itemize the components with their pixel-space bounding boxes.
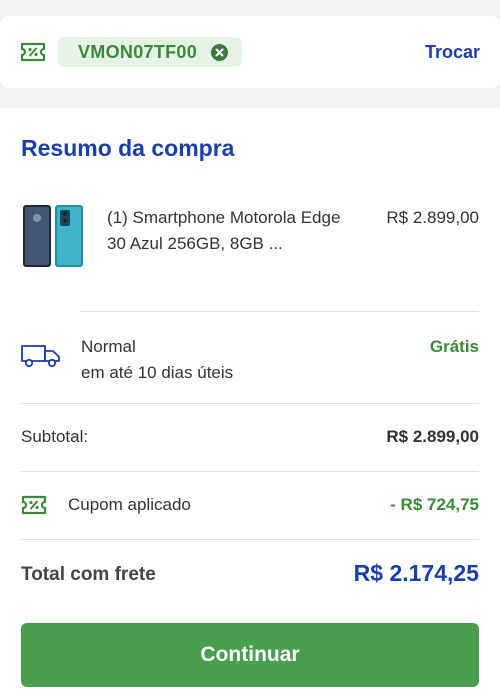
change-coupon-link[interactable]: Trocar	[425, 42, 480, 63]
discount-value: - R$ 724,75	[390, 495, 479, 514]
subtotal-label: Subtotal:	[21, 427, 89, 446]
smartphone-thumbnail	[23, 205, 83, 267]
remove-circle-icon	[215, 48, 224, 56]
shipping-eta: em até 10 dias úteis	[81, 363, 234, 382]
remove-coupon-button[interactable]	[211, 43, 229, 61]
delivery-truck-icon	[21, 345, 60, 368]
subtotal-value: R$ 2.899,00	[386, 427, 479, 446]
shipping-price: Grátis	[429, 337, 479, 356]
shipping-method: Normal	[81, 337, 136, 356]
discount-label: Cupom aplicado	[68, 495, 191, 514]
divider	[80, 311, 479, 312]
divider	[21, 471, 479, 472]
divider	[21, 403, 479, 404]
subtotal-row: Subtotal: R$ 2.899,00	[21, 424, 479, 450]
coupon-chip: VMON07TF00	[58, 37, 243, 67]
total-label: Total com frete	[21, 564, 156, 585]
shipping-row: Normal em até 10 dias úteis Grátis	[21, 334, 479, 386]
total-row: Total com frete R$ 2.174,25	[21, 560, 479, 594]
coupon-code: VMON07TF00	[78, 41, 198, 62]
coupon-ticket-icon	[21, 495, 47, 515]
summary-title: Resumo da compra	[21, 135, 235, 161]
discount-row: Cupom aplicado - R$ 724,75	[21, 491, 479, 519]
coupon-ticket-icon	[20, 42, 46, 62]
product-row: (1) Smartphone Motorola Edge 30 Azul 256…	[21, 204, 479, 274]
divider	[21, 539, 479, 540]
applied-coupon-card: VMON07TF00 Trocar	[0, 16, 500, 88]
purchase-summary: Resumo da compra (1) Smartphone Motorola…	[0, 108, 500, 695]
continue-button[interactable]: Continuar	[21, 623, 479, 687]
product-price: R$ 2.899,00	[386, 208, 479, 227]
total-value: R$ 2.174,25	[353, 560, 479, 586]
product-name[interactable]: (1) Smartphone Motorola Edge 30 Azul 256…	[107, 205, 357, 257]
